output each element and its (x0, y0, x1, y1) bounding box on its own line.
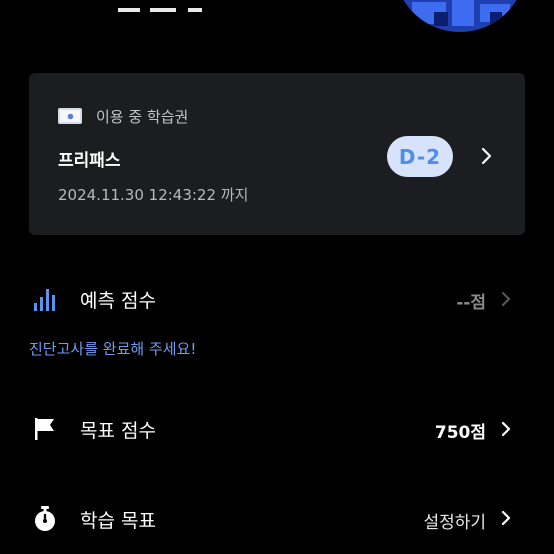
current-pass-card[interactable]: 이용 중 학습권 프리패스 2024.11.30 12:43:22 까지 D-2 (29, 73, 525, 235)
goal-score-title[interactable]: 목표 점수 (80, 416, 156, 443)
ticket-icon (58, 108, 82, 124)
chevron-right-icon[interactable] (500, 419, 514, 439)
chevron-right-icon[interactable] (479, 146, 495, 166)
pass-section-label: 이용 중 학습권 (96, 108, 189, 126)
goal-score-value: 750점 (434, 423, 486, 443)
flag-icon (35, 418, 54, 440)
pass-expiry: 2024.11.30 12:43:22 까지 (58, 186, 249, 204)
diagnostic-hint-link[interactable]: 진단고사를 완료해 주세요! (29, 338, 196, 359)
chevron-right-icon[interactable] (500, 289, 514, 309)
pass-name: 프리패스 (58, 151, 121, 171)
study-goal-title[interactable]: 학습 목표 (80, 506, 156, 533)
study-goal-value[interactable]: 설정하기 (380, 508, 486, 533)
bar-chart-icon (34, 289, 55, 311)
avatar[interactable] (394, 0, 526, 32)
header-title-fragment (118, 0, 218, 12)
prediction-score-value: --점 (456, 293, 486, 313)
timer-icon (35, 506, 55, 531)
chevron-right-icon[interactable] (500, 508, 514, 528)
prediction-score-title[interactable]: 예측 점수 (80, 286, 156, 313)
dday-badge: D-2 (387, 136, 453, 177)
